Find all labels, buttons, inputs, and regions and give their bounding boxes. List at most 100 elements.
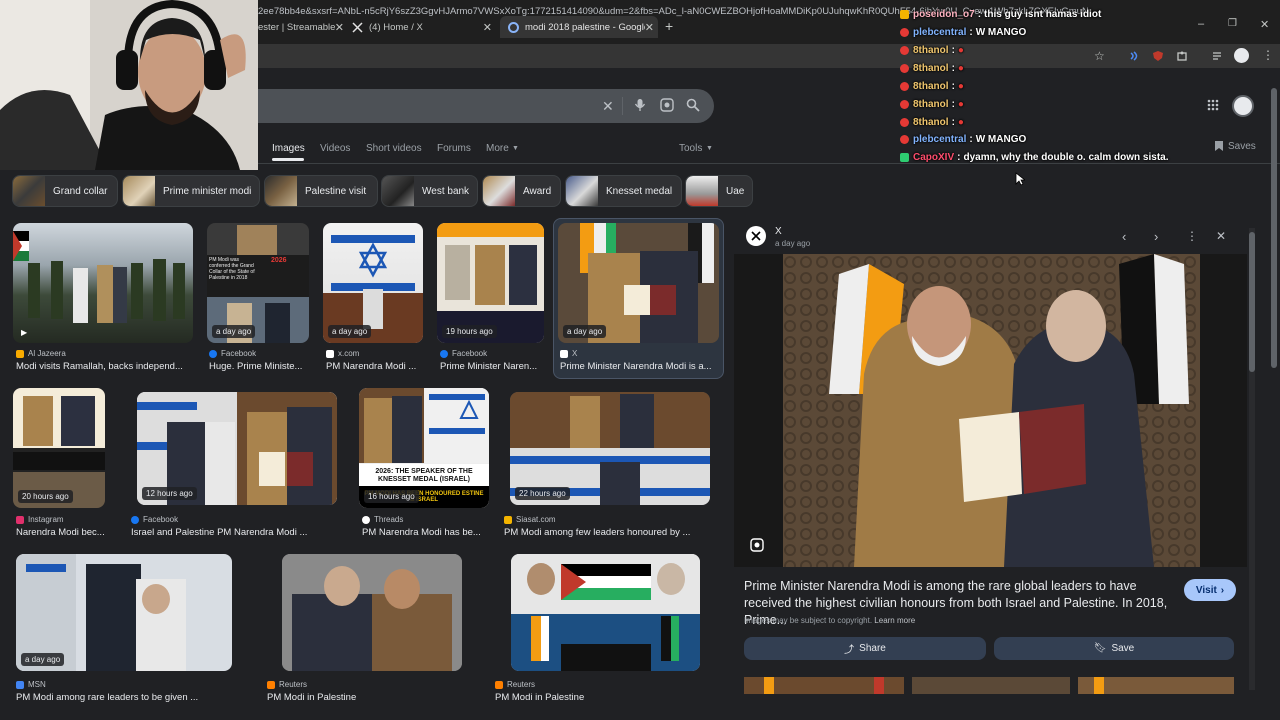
- tab-videos[interactable]: Videos: [320, 143, 350, 154]
- video-play-icon: ▶: [21, 328, 28, 337]
- browser-menu-icon[interactable]: ⋮: [1262, 48, 1274, 62]
- lens-search-image-icon[interactable]: [750, 538, 764, 552]
- result-caption[interactable]: Huge. Prime Ministe...: [209, 361, 309, 372]
- result-caption[interactable]: PM Modi among rare leaders to be given .…: [16, 692, 232, 703]
- tab-short-videos[interactable]: Short videos: [366, 143, 422, 154]
- result-caption[interactable]: Narendra Modi bec...: [16, 527, 116, 538]
- browser-tab-google-search[interactable]: modi 2018 palestine - Google S ✕: [500, 16, 658, 38]
- close-preview-icon[interactable]: ✕: [1216, 229, 1226, 243]
- chevron-right-icon: ›: [1220, 584, 1225, 596]
- minimize-icon[interactable]: –: [1198, 18, 1204, 30]
- preview-source[interactable]: X: [775, 226, 782, 237]
- instagram-favicon-icon: [16, 515, 24, 524]
- previous-image-icon[interactable]: ‹: [1122, 229, 1126, 244]
- result-image-2[interactable]: PM Modi was conferred the Grand Collar o…: [207, 223, 309, 343]
- browser-tab-x-home[interactable]: (4) Home / X ✕: [350, 16, 496, 38]
- search-icon[interactable]: [686, 98, 700, 112]
- result-caption[interactable]: PM Narendra Modi has be...: [362, 527, 492, 538]
- result-caption[interactable]: Modi visits Ramallah, backs independ...: [16, 361, 196, 372]
- chip-thumbnail: [265, 176, 297, 206]
- time-badge: a day ago: [328, 325, 372, 338]
- page-scrollbar-thumb[interactable]: [1271, 88, 1277, 368]
- chip-grand-collar[interactable]: Grand collar: [12, 175, 118, 207]
- clear-search-icon[interactable]: ✕: [602, 98, 614, 115]
- chip-award[interactable]: Award: [482, 175, 561, 207]
- result-image-6[interactable]: 20 hours ago: [13, 388, 105, 508]
- result-image-5[interactable]: a day ago: [558, 223, 719, 343]
- more-options-icon[interactable]: ⋮: [1186, 229, 1198, 243]
- preview-time: a day ago: [775, 239, 811, 248]
- media-controls-icon[interactable]: [1212, 50, 1224, 62]
- result-caption[interactable]: Prime Minister Naren...: [440, 361, 545, 372]
- google-account-avatar[interactable]: [1232, 95, 1254, 117]
- voice-search-icon[interactable]: [634, 98, 646, 112]
- time-badge: a day ago: [212, 325, 256, 338]
- result-caption[interactable]: PM Modi in Palestine: [267, 692, 467, 703]
- result-image-3[interactable]: a day ago: [323, 223, 423, 343]
- facebook-favicon-icon: [209, 349, 217, 358]
- chat-text: dyamn, why the double o. calm down sista…: [963, 152, 1169, 163]
- result-image-4[interactable]: 19 hours ago: [437, 223, 544, 343]
- copyright-notice: Images may be subject to copyright. Lear…: [744, 616, 916, 625]
- result-image-1[interactable]: ▶: [13, 223, 193, 343]
- chip-prime-minister-modi[interactable]: Prime minister modi: [122, 175, 260, 207]
- panel-scrollbar-thumb[interactable]: [1249, 232, 1255, 372]
- chip-west-bank[interactable]: West bank: [381, 175, 478, 207]
- visit-button[interactable]: Visit ›: [1184, 579, 1236, 601]
- result-caption[interactable]: Israel and Palestine PM Narendra Modi ..…: [131, 527, 346, 538]
- emote-icon: ●: [957, 117, 964, 128]
- chat-badge-icon: [900, 46, 909, 55]
- chip-knesset-medal[interactable]: Knesset medal: [565, 175, 682, 207]
- chip-palestine-visit[interactable]: Palestine visit: [264, 175, 378, 207]
- related-images-strip[interactable]: [744, 677, 1234, 694]
- saves-bookmark-icon[interactable]: [1214, 140, 1224, 152]
- result-image-11[interactable]: [282, 554, 462, 671]
- apps-grid-icon[interactable]: [1207, 99, 1219, 111]
- result-image-7[interactable]: 12 hours ago: [137, 392, 337, 505]
- chat-badge-icon: [900, 118, 909, 127]
- browser-tab-streamable[interactable]: ester | Streamable ✕: [258, 16, 348, 38]
- chat-message: plebcentral: W MANGO: [900, 27, 1026, 38]
- window-close-icon[interactable]: ✕: [1260, 18, 1269, 31]
- time-badge: 20 hours ago: [18, 490, 73, 503]
- close-tab-icon[interactable]: ✕: [645, 21, 654, 34]
- new-tab-icon[interactable]: +: [665, 18, 673, 34]
- x-favicon-icon: [560, 349, 568, 358]
- time-badge: 19 hours ago: [442, 325, 497, 338]
- emote-icon: ●: [957, 99, 964, 110]
- result-source: Reuters: [495, 680, 705, 689]
- maximize-icon[interactable]: ❐: [1228, 18, 1237, 29]
- time-badge: a day ago: [563, 325, 607, 338]
- result-caption[interactable]: PM Narendra Modi ...: [326, 361, 426, 372]
- chat-badge-icon: [900, 100, 909, 109]
- result-caption[interactable]: PM Modi in Palestine: [495, 692, 705, 703]
- saves-link[interactable]: Saves: [1228, 141, 1256, 152]
- result-image-9[interactable]: 22 hours ago: [510, 392, 710, 505]
- close-tab-icon[interactable]: ✕: [335, 21, 344, 34]
- chevron-down-icon: ▼: [512, 145, 519, 152]
- tab-forums[interactable]: Forums: [437, 143, 471, 154]
- result-image-12[interactable]: [511, 554, 700, 671]
- result-image-10[interactable]: a day ago: [16, 554, 232, 671]
- tab-more[interactable]: More: [486, 143, 509, 154]
- save-button[interactable]: 🔖︎ Save: [994, 637, 1234, 660]
- bookmark-icon: 🔖︎: [1093, 643, 1107, 654]
- chip-uae[interactable]: Uae: [685, 175, 753, 207]
- result-source: x.com: [326, 349, 426, 358]
- result-caption[interactable]: PM Modi among few leaders honoured by ..…: [504, 527, 719, 538]
- close-tab-icon[interactable]: ✕: [483, 21, 492, 34]
- tab-images[interactable]: Images: [272, 143, 305, 154]
- chat-message: CapoXIV: dyamn, why the double o. calm do…: [900, 152, 1169, 163]
- aljazeera-favicon-icon: [16, 349, 24, 358]
- chat-text: this guy isnt hamas idiot: [984, 9, 1102, 20]
- next-image-icon[interactable]: ›: [1154, 229, 1158, 244]
- learn-more-link[interactable]: Learn more: [874, 616, 915, 625]
- profile-avatar[interactable]: [1234, 48, 1249, 63]
- tab-tools[interactable]: Tools: [679, 143, 702, 154]
- preview-image[interactable]: [734, 254, 1247, 567]
- lens-search-icon[interactable]: [660, 98, 674, 112]
- result-caption[interactable]: Prime Minister Narendra Modi is a...: [560, 361, 718, 372]
- x-favicon-icon: [326, 349, 334, 358]
- result-image-8[interactable]: 2026: THE SPEAKER OF THE KNESSET MEDAL (…: [359, 388, 489, 508]
- share-button[interactable]: ⤴ Share: [744, 637, 986, 660]
